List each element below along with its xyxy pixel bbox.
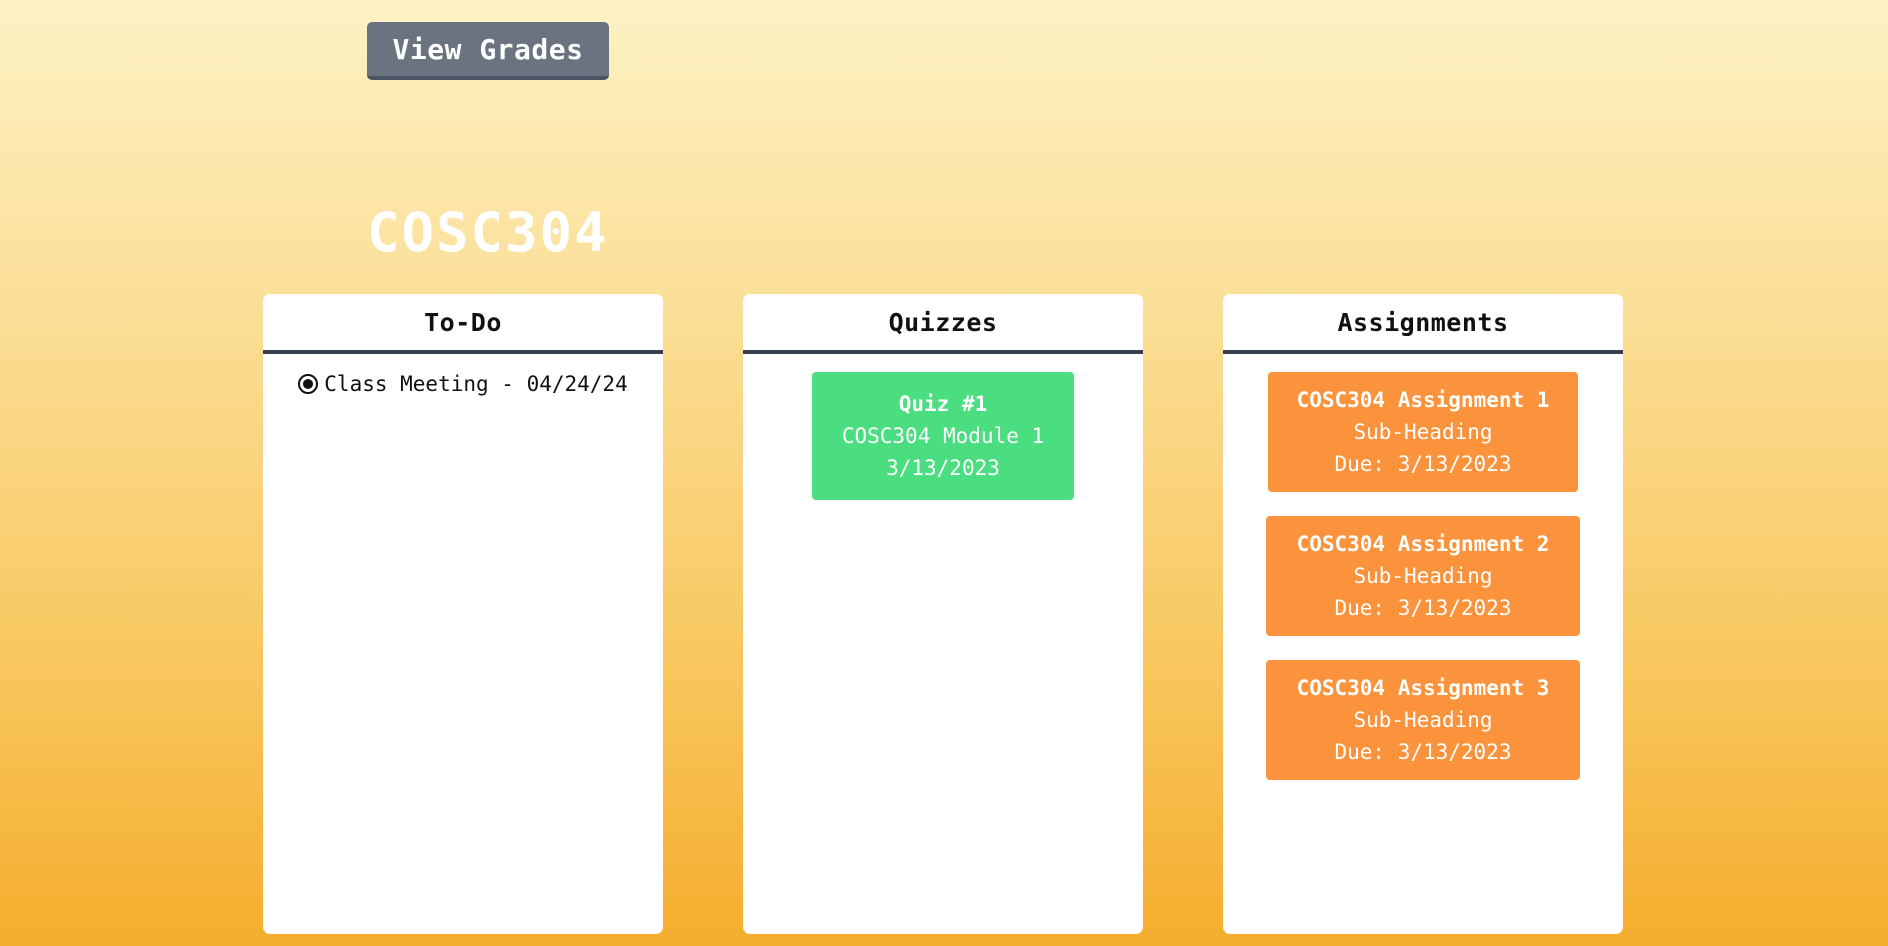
quiz-module: COSC304 Module 1 xyxy=(841,424,1045,448)
todo-panel: To-Do Class Meeting - 04/24/24 xyxy=(263,294,663,934)
assignment-due-date: Due: 3/13/2023 xyxy=(1334,596,1512,620)
assignment-card[interactable]: COSC304 Assignment 1 Sub-Heading Due: 3/… xyxy=(1268,372,1578,492)
assignment-title: COSC304 Assignment 3 xyxy=(1296,676,1550,700)
todo-list: Class Meeting - 04/24/24 xyxy=(263,354,663,396)
assignment-subheading: Sub-Heading xyxy=(1353,420,1493,444)
todo-panel-heading: To-Do xyxy=(263,294,663,354)
assignment-due-date: Due: 3/13/2023 xyxy=(1334,740,1512,764)
assignment-list: COSC304 Assignment 1 Sub-Heading Due: 3/… xyxy=(1223,354,1623,804)
assignment-subheading: Sub-Heading xyxy=(1353,708,1493,732)
quizzes-panel: Quizzes Quiz #1 COSC304 Module 1 3/13/20… xyxy=(743,294,1143,934)
quiz-title: Quiz #1 xyxy=(898,392,988,416)
quiz-card[interactable]: Quiz #1 COSC304 Module 1 3/13/2023 xyxy=(812,372,1074,500)
todo-item-label: Class Meeting - 04/24/24 xyxy=(324,372,628,396)
course-title: COSC304 xyxy=(367,201,609,264)
view-grades-button[interactable]: View Grades xyxy=(367,22,609,80)
assignment-due-date: Due: 3/13/2023 xyxy=(1334,452,1512,476)
radio-dot xyxy=(303,379,314,389)
quizzes-panel-heading: Quizzes xyxy=(743,294,1143,354)
assignment-title: COSC304 Assignment 2 xyxy=(1296,532,1550,556)
assignment-card[interactable]: COSC304 Assignment 3 Sub-Heading Due: 3/… xyxy=(1266,660,1580,780)
todo-item[interactable]: Class Meeting - 04/24/24 xyxy=(298,372,628,396)
assignments-panel-heading: Assignments xyxy=(1223,294,1623,354)
assignment-card[interactable]: COSC304 Assignment 2 Sub-Heading Due: 3/… xyxy=(1266,516,1580,636)
radio-selected-icon[interactable] xyxy=(298,374,319,394)
assignment-subheading: Sub-Heading xyxy=(1353,564,1493,588)
quiz-date: 3/13/2023 xyxy=(886,456,1000,480)
quiz-list: Quiz #1 COSC304 Module 1 3/13/2023 xyxy=(743,354,1143,500)
assignments-panel: Assignments COSC304 Assignment 1 Sub-Hea… xyxy=(1223,294,1623,934)
assignment-title: COSC304 Assignment 1 xyxy=(1296,388,1550,412)
